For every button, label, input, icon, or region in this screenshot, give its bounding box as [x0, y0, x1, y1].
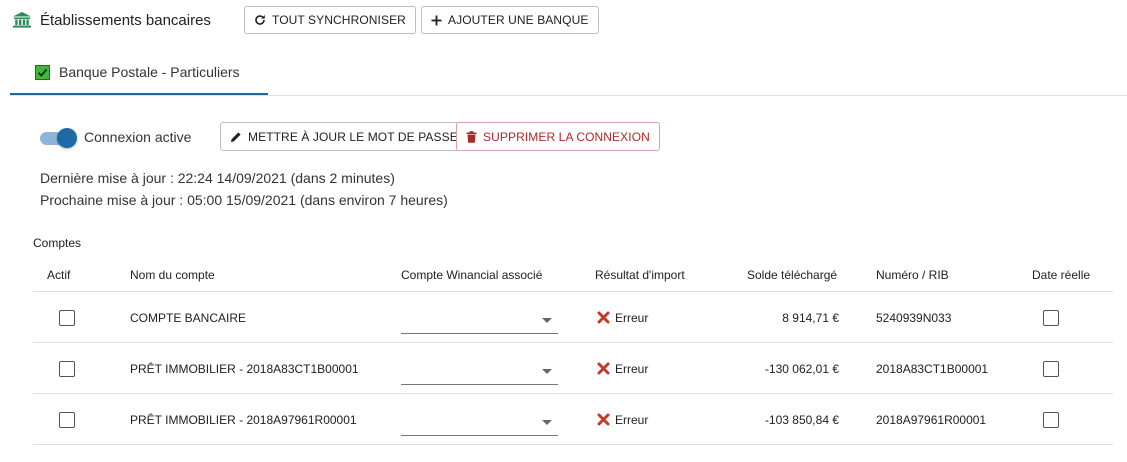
sync-all-button[interactable]: TOUT SYNCHRONISER: [244, 6, 416, 34]
account-name: PRÊT IMMOBILIER - 2018A97961R00001: [130, 412, 357, 427]
col-name-header[interactable]: Nom du compte: [130, 268, 215, 282]
tab-banque-postale[interactable]: Banque Postale - Particuliers: [10, 58, 268, 95]
refresh-icon: [255, 15, 265, 25]
dropdown-arrow-icon: [542, 317, 552, 323]
balance: 8 914,71 €: [782, 310, 839, 325]
accounts-table: Actif Nom du compte Compte Winancial ass…: [33, 258, 1113, 445]
tab-label: Banque Postale - Particuliers: [59, 64, 240, 80]
col-import-result-header[interactable]: Résultat d'import: [595, 268, 685, 282]
connection-status: Connexion active: [40, 122, 191, 152]
page-title: Établissements bancaires: [40, 11, 211, 29]
real-date-checkbox[interactable]: [1043, 411, 1059, 428]
delete-connection-button[interactable]: SUPPRIMER LA CONNEXION: [456, 122, 660, 151]
account-name: PRÊT IMMOBILIER - 2018A83CT1B00001: [130, 361, 359, 376]
sync-all-label: TOUT SYNCHRONISER: [272, 13, 406, 27]
col-real-date-header[interactable]: Date réelle: [1032, 268, 1090, 282]
dropdown-arrow-icon: [542, 368, 552, 374]
accounts-section-title: Comptes: [33, 236, 82, 250]
next-update-text: Prochaine mise à jour : 05:00 15/09/2021…: [40, 192, 448, 208]
col-rib-header[interactable]: Numéro / RIB: [876, 268, 949, 282]
bank-icon: [12, 11, 32, 29]
active-checkbox[interactable]: [59, 360, 75, 377]
table-row: PRÊT IMMOBILIER - 2018A83CT1B00001 Erreu…: [33, 343, 1113, 394]
add-bank-button[interactable]: AJOUTER UNE BANQUE: [421, 6, 599, 34]
header: Établissements bancaires: [12, 6, 211, 34]
active-checkbox[interactable]: [59, 309, 75, 326]
connection-active-label: Connexion active: [84, 129, 192, 145]
connection-toggle[interactable]: [40, 128, 77, 148]
import-result: Erreur: [597, 292, 648, 343]
add-bank-label: AJOUTER UNE BANQUE: [448, 13, 589, 27]
col-active-header[interactable]: Actif: [47, 268, 70, 282]
col-balance-header[interactable]: Solde téléchargé: [747, 268, 837, 282]
pencil-icon: [231, 131, 241, 142]
dropdown-arrow-icon: [542, 419, 552, 425]
delete-connection-label: SUPPRIMER LA CONNEXION: [483, 129, 650, 144]
tab-divider: [10, 95, 1127, 96]
real-date-checkbox[interactable]: [1043, 360, 1059, 377]
account-name: COMPTE BANCAIRE: [130, 310, 247, 325]
import-result-label: Erreur: [615, 310, 649, 325]
winancial-account-select[interactable]: [401, 357, 558, 385]
import-result: Erreur: [597, 394, 648, 445]
balance: -103 850,84 €: [764, 412, 839, 427]
table-row: PRÊT IMMOBILIER - 2018A97961R00001 Erreu…: [33, 394, 1113, 445]
error-icon: [597, 311, 610, 324]
check-icon: [35, 65, 50, 80]
active-checkbox[interactable]: [59, 411, 75, 428]
table-row: COMPTE BANCAIRE Erreur 8 914,71 € 524093…: [33, 292, 1113, 343]
rib: 5240939N033: [876, 310, 952, 325]
update-password-label: METTRE À JOUR LE MOT DE PASSE: [248, 129, 458, 144]
update-password-button[interactable]: METTRE À JOUR LE MOT DE PASSE: [220, 122, 468, 151]
import-result-label: Erreur: [615, 412, 649, 427]
last-update-text: Dernière mise à jour : 22:24 14/09/2021 …: [40, 170, 395, 186]
real-date-checkbox[interactable]: [1043, 309, 1059, 326]
balance: -130 062,01 €: [764, 361, 839, 376]
winancial-account-select[interactable]: [401, 306, 558, 334]
col-winancial-header[interactable]: Compte Winancial associé: [401, 268, 542, 282]
import-result: Erreur: [597, 343, 648, 394]
plus-icon: [431, 15, 442, 25]
table-header: Actif Nom du compte Compte Winancial ass…: [33, 258, 1113, 292]
import-result-label: Erreur: [615, 361, 649, 376]
rib: 2018A97961R00001: [876, 412, 987, 427]
winancial-account-select[interactable]: [401, 408, 558, 436]
rib: 2018A83CT1B00001: [876, 361, 989, 376]
trash-icon: [466, 130, 477, 143]
error-icon: [597, 362, 610, 375]
error-icon: [597, 413, 610, 426]
toggle-thumb: [57, 128, 77, 148]
